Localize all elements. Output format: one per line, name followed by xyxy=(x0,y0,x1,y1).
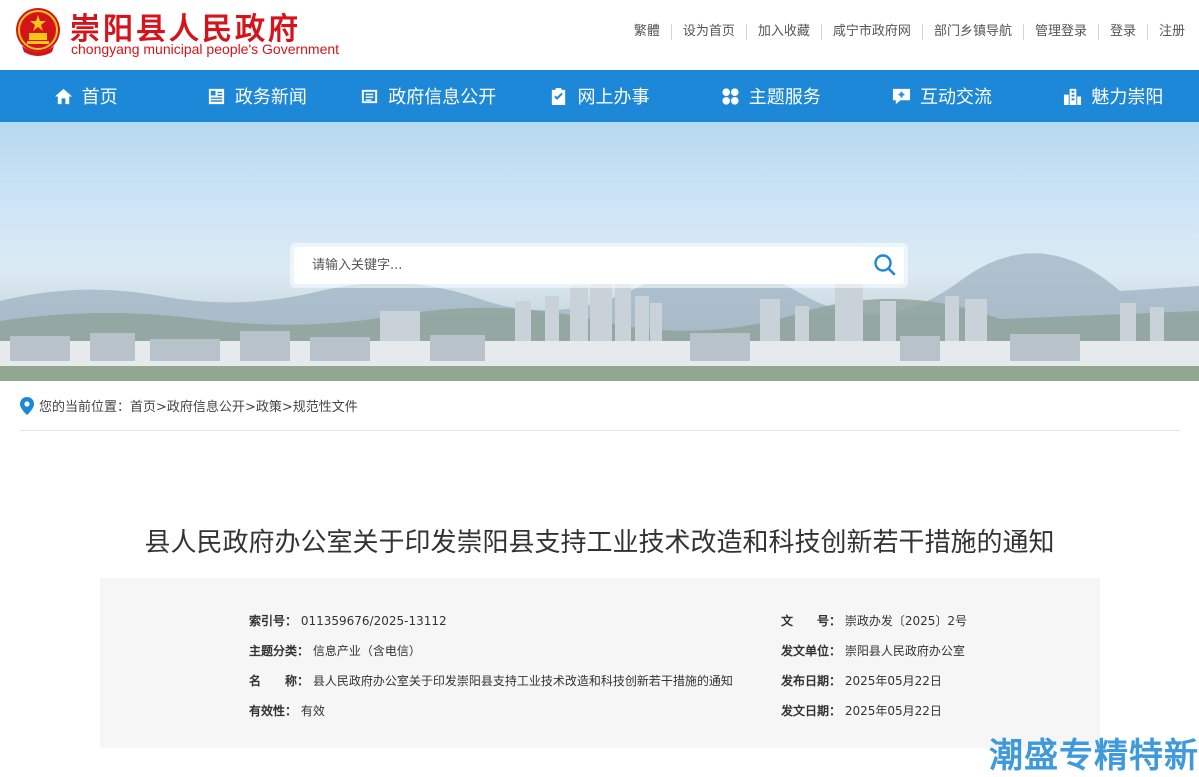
breadcrumb-prefix: 您的当前位置： xyxy=(39,400,131,415)
nav-label: 魅力崇阳 xyxy=(1091,87,1164,108)
nav-news[interactable]: 政务新闻 xyxy=(171,70,342,122)
link-admin-login[interactable]: 管理登录 xyxy=(1024,24,1099,40)
field-label: 发布日期： xyxy=(781,674,842,688)
nav-interaction[interactable]: 互动交流 xyxy=(856,70,1027,122)
list-icon xyxy=(362,89,378,103)
field-publish-date: 发布日期： 2025年05月22日 xyxy=(781,672,942,689)
field-label: 主题分类： xyxy=(249,644,310,658)
breadcrumb-divider xyxy=(20,430,1180,431)
link-traditional[interactable]: 繁體 xyxy=(623,24,672,40)
field-value: 有效 xyxy=(300,704,325,718)
page-title: 县人民政府办公室关于印发崇阳县支持工业技术改造和科技创新若干措施的通知 xyxy=(144,528,1055,558)
field-label: 有效性： xyxy=(249,704,298,718)
field-label: 名 称： xyxy=(249,674,310,688)
grid-icon xyxy=(722,87,739,105)
field-value: 信息产业（含电信） xyxy=(312,644,421,658)
watermark-text: 潮盛专精特新 xyxy=(989,736,1199,776)
top-links: 繁體 设为首页 加入收藏 咸宁市政府网 部门乡镇导航 管理登录 登录 注册 xyxy=(623,24,1185,40)
field-issuer: 发文单位： 崇阳县人民政府办公室 xyxy=(781,642,965,659)
field-label: 索引号： xyxy=(249,614,298,628)
clipboard-check-icon xyxy=(552,87,566,105)
link-xianning-gov[interactable]: 咸宁市政府网 xyxy=(822,24,923,40)
nav-label: 互动交流 xyxy=(920,87,993,108)
breadcrumb-policy[interactable]: >政策 xyxy=(245,396,282,415)
field-docno: 文 号： 崇政办发〔2025〕2号 xyxy=(781,612,967,629)
field-validity: 有效性： 有效 xyxy=(249,702,325,719)
nav-label: 主题服务 xyxy=(748,87,821,108)
search-inner xyxy=(294,247,904,284)
nav-home[interactable]: 首页 xyxy=(0,70,171,122)
field-value: 县人民政府办公室关于印发崇阳县支持工业技术改造和科技创新若干措施的通知 xyxy=(312,674,733,688)
document-info-table: 索引号： 011359676/2025-13112 文 号： 崇政办发〔2025… xyxy=(100,578,1100,748)
nav-theme-service[interactable]: 主题服务 xyxy=(685,70,856,122)
nav-label: 首页 xyxy=(81,87,118,108)
field-name: 名 称： 县人民政府办公室关于印发崇阳县支持工业技术改造和科技创新若干措施的通知 xyxy=(249,672,733,689)
field-topic: 主题分类： 信息产业（含电信） xyxy=(249,642,421,659)
breadcrumb-gov-info[interactable]: >政府信息公开 xyxy=(156,396,245,415)
link-dept-nav[interactable]: 部门乡镇导航 xyxy=(923,24,1024,40)
news-icon xyxy=(208,88,225,104)
field-label: 发文日期： xyxy=(781,704,842,718)
nav-gov-info[interactable]: 政府信息公开 xyxy=(343,70,514,122)
site-title-en: chongyang municipal people's Government xyxy=(71,41,340,57)
nav-label: 网上办事 xyxy=(577,87,650,108)
nav-label: 政务新闻 xyxy=(234,87,307,108)
field-label: 文 号： xyxy=(781,614,842,628)
field-value: 2025年05月22日 xyxy=(844,674,942,688)
field-value: 崇阳县人民政府办公室 xyxy=(844,644,965,658)
breadcrumb-home[interactable]: 首页 xyxy=(130,396,156,415)
link-set-homepage[interactable]: 设为首页 xyxy=(672,24,747,40)
field-value: 011359676/2025-13112 xyxy=(300,614,447,628)
nav-label: 政府信息公开 xyxy=(388,87,497,108)
location-pin-icon xyxy=(20,396,34,415)
search-box xyxy=(290,243,908,288)
breadcrumb-normative-docs[interactable]: >规范性文件 xyxy=(282,396,358,415)
building-icon xyxy=(1064,88,1082,105)
link-login[interactable]: 登录 xyxy=(1099,24,1148,40)
field-value: 崇政办发〔2025〕2号 xyxy=(844,614,968,628)
chat-icon xyxy=(892,88,911,104)
breadcrumb: 您的当前位置： 首页 >政府信息公开 >政策 >规范性文件 xyxy=(20,396,358,415)
home-icon xyxy=(54,88,72,104)
national-emblem-icon xyxy=(16,8,60,56)
field-value: 2025年05月22日 xyxy=(844,704,942,718)
field-label: 发文单位： xyxy=(781,644,842,658)
hero-banner xyxy=(0,122,1199,381)
nav-online-service[interactable]: 网上办事 xyxy=(514,70,685,122)
main-nav: 首页 政务新闻 政府信息公开 网上办事 主题服务 互动交流 魅力崇阳 xyxy=(0,70,1199,122)
search-icon[interactable] xyxy=(872,252,898,278)
field-index: 索引号： 011359676/2025-13112 xyxy=(249,612,447,629)
link-register[interactable]: 注册 xyxy=(1148,24,1185,40)
nav-charm[interactable]: 魅力崇阳 xyxy=(1028,70,1199,122)
field-issue-date: 发文日期： 2025年05月22日 xyxy=(781,702,942,719)
search-input[interactable] xyxy=(294,247,854,284)
link-add-favorite[interactable]: 加入收藏 xyxy=(747,24,822,40)
site-header: 崇阳县人民政府 chongyang municipal people's Gov… xyxy=(0,0,1199,70)
